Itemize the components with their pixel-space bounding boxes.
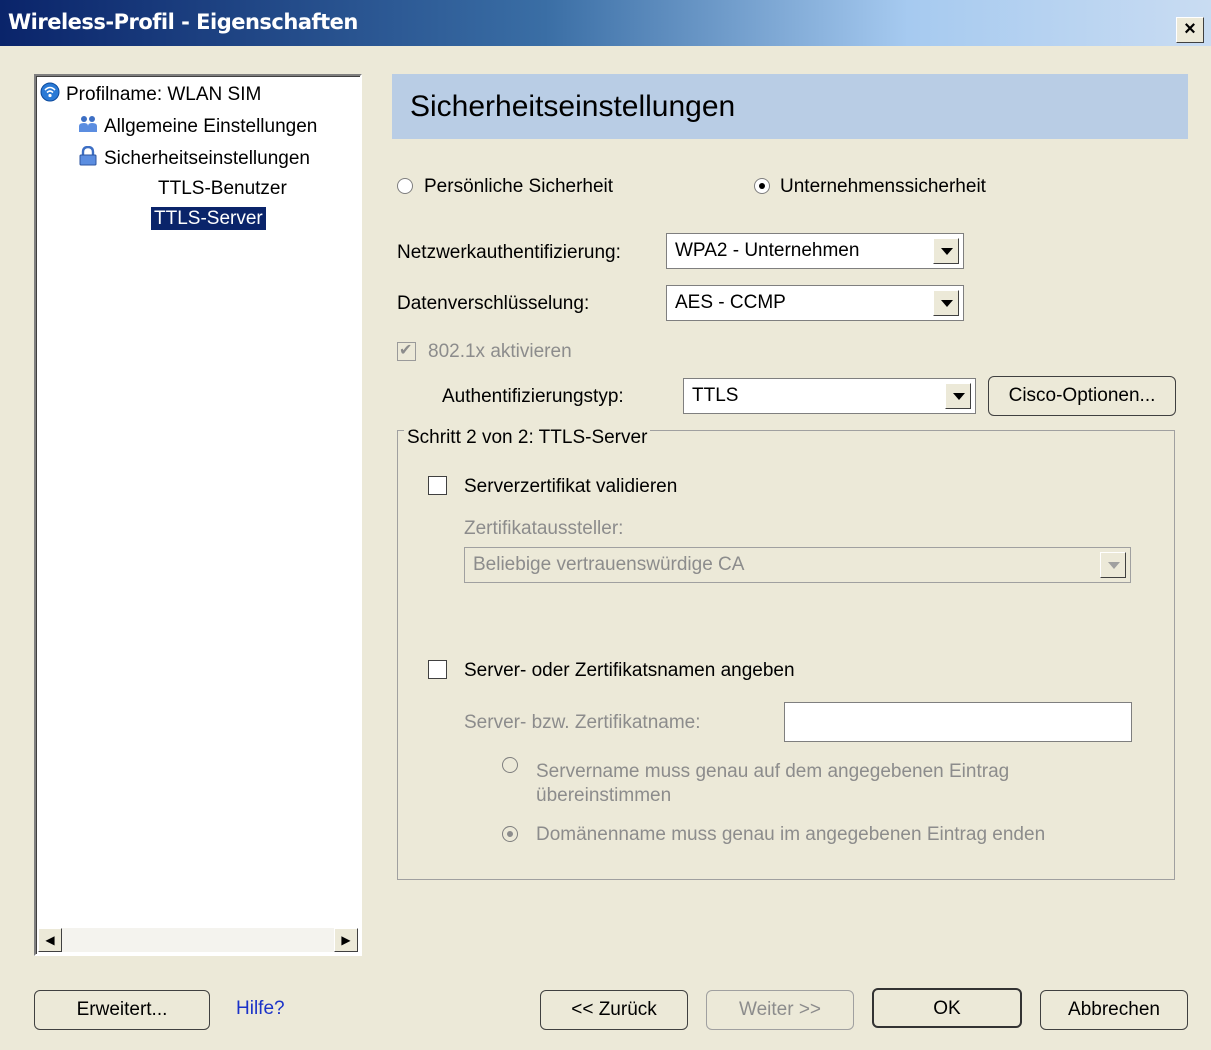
chevron-down-icon[interactable] — [933, 290, 959, 316]
cisco-options-button[interactable]: Cisco-Optionen... — [988, 376, 1176, 416]
ok-button[interactable]: OK — [872, 988, 1022, 1028]
radio-enterprise-security-label: Unternehmenssicherheit — [780, 176, 986, 197]
encryption-dropdown[interactable]: AES - CCMP — [666, 285, 964, 321]
radio-servername-match-label: Servername muss genau auf dem angegebene… — [536, 761, 1010, 806]
specify-names-label: Server- oder Zertifikatsnamen angeben — [464, 660, 795, 681]
server-name-input[interactable] — [784, 702, 1132, 742]
authtype-dropdown[interactable]: TTLS — [683, 378, 976, 414]
authtype-value: TTLS — [692, 385, 739, 406]
server-name-label: Server- bzw. Zertifikatname: — [464, 712, 701, 733]
section-title: Sicherheitseinstellungen — [410, 90, 736, 123]
issuer-dropdown[interactable]: Beliebige vertrauenswürdige CA — [464, 547, 1131, 583]
tree-horizontal-scrollbar[interactable]: ◀ ▶ — [38, 928, 358, 952]
scroll-right-icon[interactable]: ▶ — [334, 928, 358, 952]
dot1x-label: 802.1x aktivieren — [428, 341, 572, 362]
tree-item-general-label: Allgemeine Einstellungen — [104, 116, 318, 138]
group-title: Schritt 2 von 2: TTLS-Server — [404, 427, 651, 449]
encryption-value: AES - CCMP — [675, 292, 786, 313]
tree-item-ttls-server[interactable]: TTLS-Server — [150, 206, 267, 231]
close-button[interactable]: × — [1176, 17, 1204, 43]
netauth-label: Netzwerkauthentifizierung: — [397, 242, 621, 263]
tree-item-profile[interactable]: Profilname: WLAN SIM — [40, 82, 261, 108]
window-title: Wireless-Profil - Eigenschaften — [8, 10, 358, 34]
issuer-label: Zertifikataussteller: — [464, 518, 624, 539]
tree-item-security-label: Sicherheitseinstellungen — [104, 148, 310, 170]
issuer-value: Beliebige vertrauenswürdige CA — [473, 554, 745, 575]
back-button[interactable]: << Zurück — [540, 990, 688, 1030]
tree-item-general[interactable]: Allgemeine Einstellungen — [78, 114, 317, 140]
radio-personal-security-label: Persönliche Sicherheit — [424, 176, 614, 197]
chevron-down-icon[interactable] — [945, 383, 971, 409]
encryption-label: Datenverschlüsselung: — [397, 293, 590, 314]
authtype-label: Authentifizierungstyp: — [442, 386, 624, 407]
radio-enterprise-security[interactable] — [754, 178, 770, 194]
help-link[interactable]: Hilfe? — [236, 998, 285, 1020]
dot1x-checkbox[interactable] — [397, 340, 416, 361]
netauth-dropdown[interactable]: WPA2 - Unternehmen — [666, 233, 964, 269]
chevron-down-icon[interactable] — [933, 238, 959, 264]
netauth-value: WPA2 - Unternehmen — [675, 240, 860, 261]
tree-item-ttls-server-label: TTLS-Server — [150, 206, 267, 231]
wireless-icon — [40, 82, 60, 108]
radio-domain-match[interactable] — [502, 826, 518, 842]
profile-tree[interactable]: Profilname: WLAN SIM Allgemeine Einstell… — [34, 74, 362, 956]
chevron-down-icon[interactable] — [1100, 552, 1126, 578]
section-header: Sicherheitseinstellungen — [392, 74, 1188, 139]
cancel-button[interactable]: Abbrechen — [1040, 990, 1188, 1030]
lock-icon — [78, 145, 98, 172]
specify-names-checkbox[interactable] — [428, 660, 447, 679]
tree-item-security[interactable]: Sicherheitseinstellungen — [78, 145, 310, 172]
validate-cert-label: Serverzertifikat validieren — [464, 476, 678, 497]
users-icon — [78, 114, 98, 140]
title-bar: Wireless-Profil - Eigenschaften × — [0, 0, 1211, 46]
radio-servername-match[interactable] — [502, 757, 518, 773]
tree-item-profile-label: Profilname: WLAN SIM — [66, 84, 262, 106]
next-button[interactable]: Weiter >> — [706, 990, 854, 1030]
validate-cert-checkbox[interactable] — [428, 476, 447, 495]
advanced-button[interactable]: Erweitert... — [34, 990, 210, 1030]
radio-domain-match-label: Domänenname muss genau im angegebenen Ei… — [536, 824, 1046, 845]
tree-item-ttls-user[interactable]: TTLS-Benutzer — [158, 178, 287, 200]
radio-personal-security[interactable] — [397, 178, 413, 194]
scroll-left-icon[interactable]: ◀ — [38, 928, 62, 952]
